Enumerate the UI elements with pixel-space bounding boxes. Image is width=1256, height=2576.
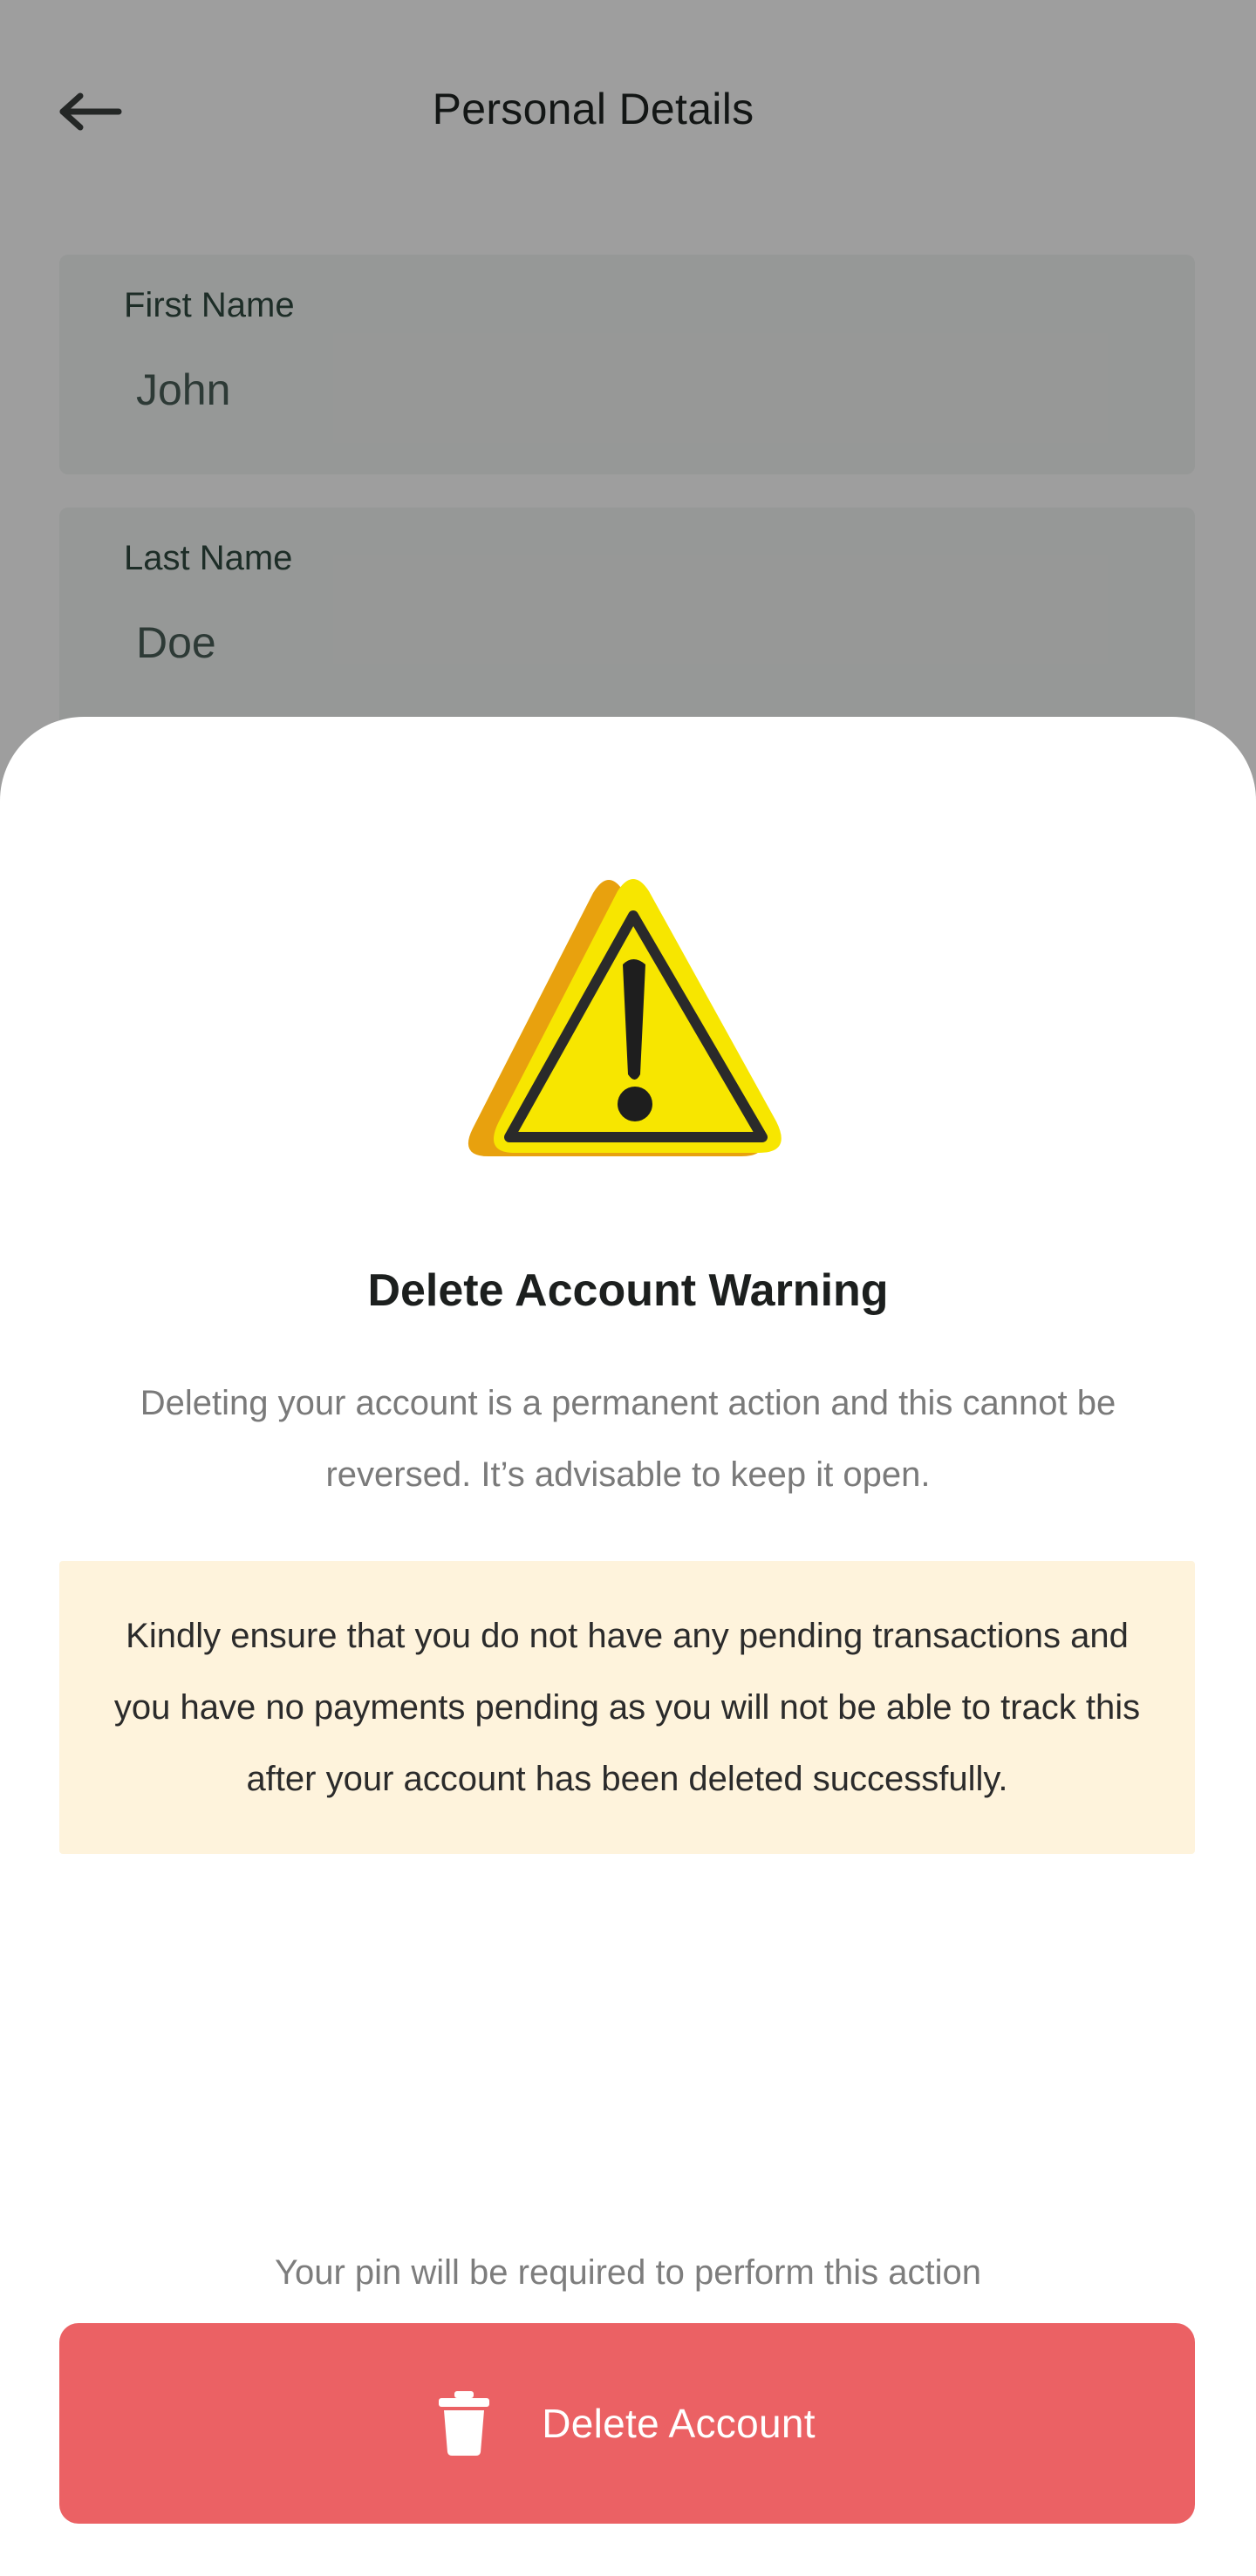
delete-account-button[interactable]: Delete Account — [59, 2323, 1195, 2524]
sheet-title: Delete Account Warning — [367, 1265, 889, 1316]
sheet-description: Deleting your account is a permanent act… — [140, 1384, 1116, 1494]
pending-transactions-notice: Kindly ensure that you do not have any p… — [59, 1561, 1195, 1854]
pin-required-note: Your pin will be required to perform thi… — [274, 2253, 982, 2292]
notice-text: Kindly ensure that you do not have any p… — [113, 1617, 1141, 1798]
warning-triangle-icon — [468, 879, 782, 1156]
delete-account-sheet: Delete Account Warning Deleting your acc… — [0, 717, 1256, 2576]
trash-icon — [439, 2391, 490, 2456]
delete-account-label: Delete Account — [542, 2401, 816, 2446]
